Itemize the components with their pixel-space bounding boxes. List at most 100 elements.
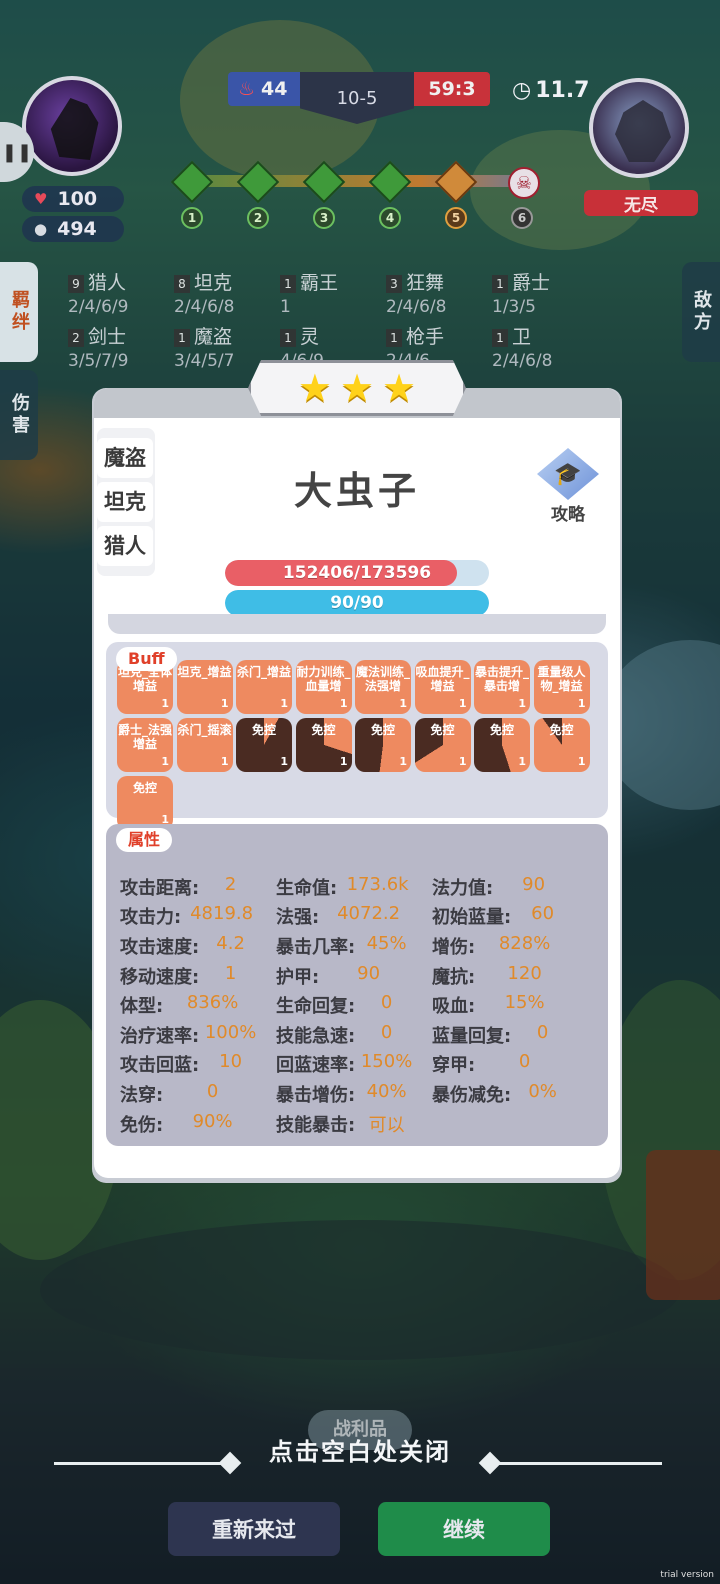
buff-item[interactable]: 爵士_法强增益 1 [117, 718, 173, 772]
attribute-row: 体型: 836% 生命回复: 0 吸血: 15% [120, 990, 596, 1020]
attribute-label: 治疗速率: [120, 1025, 200, 1047]
player-hp-pill: ♥ 100 [22, 186, 124, 212]
buff-item[interactable]: 吸血提升_增益 1 [414, 660, 471, 714]
attribute-cell: 暴击增伤: 40% [276, 1081, 432, 1107]
bond-item: 9 猎人 2/4/6/9 [68, 268, 128, 317]
buff-item[interactable]: 耐力训练_血量增 1 [295, 660, 352, 714]
score-left-value: 44 [261, 78, 288, 100]
attribute-value: 45% [366, 932, 407, 954]
player-gold-pill: ● 494 [22, 216, 124, 242]
guide-button[interactable]: 🎓 攻略 [532, 448, 604, 528]
buff-item[interactable]: 重量级人物_增益 1 [533, 660, 590, 714]
hp-text: 152406/173596 [282, 563, 432, 583]
bond-levels: 1 [280, 297, 291, 317]
buff-count: 1 [399, 697, 407, 710]
buff-count: 1 [518, 755, 526, 768]
buff-item[interactable]: 暴击提升_暴击增 1 [474, 660, 530, 714]
attribute-cell: 生命回复: 0 [276, 992, 432, 1018]
bond-levels: 2/4/6/8 [386, 297, 447, 317]
attribute-row: 治疗速率: 100% 技能急速: 0 蓝量回复: 0 [120, 1020, 596, 1050]
attribute-label: 回蓝速率: [276, 1055, 356, 1077]
attribute-value: 120 [507, 962, 542, 984]
attribute-row: 移动速度: 1 护甲: 90 魔抗: 120 [120, 961, 596, 991]
score-right-value: 59:3 [428, 78, 476, 100]
buff-count: 1 [339, 755, 348, 768]
buff-item[interactable]: 免控 1 [533, 718, 590, 772]
tab-enemy[interactable]: 敌方 [682, 262, 720, 362]
buff-count: 1 [458, 755, 467, 768]
buff-item[interactable]: 免控 1 [414, 718, 471, 772]
tab-damage[interactable]: 伤害 [0, 370, 38, 460]
tab-bonds[interactable]: 羁绊 [0, 262, 38, 362]
player-avatar[interactable] [22, 76, 122, 176]
attribute-cell: 生命值: 173.6k [276, 874, 432, 900]
bond-levels: 2/4/6/8 [492, 351, 553, 371]
boss-skull-icon: ☠ [508, 167, 540, 199]
attribute-cell: 暴伤减免: 0% [432, 1081, 588, 1107]
stage-number: 4 [379, 207, 401, 229]
buff-name: 吸血提升_增益 [415, 665, 470, 693]
bond-item: 1 魔盗 3/4/5/7 [174, 322, 234, 371]
attribute-label: 初始蓝量: [432, 907, 512, 929]
buff-item[interactable]: 免控 1 [236, 718, 292, 772]
attribute-value: 1 [224, 962, 237, 984]
attribute-cell: 护甲: 90 [276, 963, 432, 989]
attribute-label: 法穿: [120, 1084, 164, 1106]
attribute-cell: 魔抗: 120 [432, 963, 588, 989]
trait-tag[interactable]: 猎人 [97, 526, 153, 566]
bond-levels: 1/3/5 [492, 297, 536, 317]
attribute-value: 15% [504, 992, 545, 1014]
attribute-label: 蓝量回复: [432, 1025, 512, 1047]
buff-count: 1 [220, 697, 229, 710]
enemy-avatar[interactable] [589, 78, 689, 178]
attribute-label: 吸血: [432, 996, 476, 1018]
buff-item[interactable]: 免控 1 [117, 776, 173, 830]
attribute-cell: 回蓝速率: 150% [276, 1051, 432, 1077]
attribute-cell: 移动速度: 1 [120, 963, 276, 989]
bond-name: 爵士 [512, 272, 551, 294]
attribute-cell: 攻击回蓝: 10 [120, 1051, 276, 1077]
buff-item[interactable]: 免控 1 [474, 718, 530, 772]
attribute-value: 4.2 [216, 932, 245, 954]
attribute-value: 90 [522, 873, 546, 895]
restart-button[interactable]: 重新来过 [168, 1502, 340, 1556]
graduation-cap-icon: 🎓 [537, 448, 599, 500]
attribute-cell: 穿甲: 0 [432, 1051, 588, 1077]
timer-value: 11.7 [535, 78, 590, 103]
buff-item[interactable]: 魔法训练_法强增 1 [355, 660, 411, 714]
attribute-value: 60 [531, 903, 555, 925]
attribute-label: 法强: [276, 907, 320, 929]
buff-item[interactable]: 免控 1 [295, 718, 352, 772]
attribute-cell: 法力值: 90 [432, 874, 588, 900]
player-gold-value: 494 [57, 218, 97, 240]
attributes-grid: 攻击距离: 2 生命值: 173.6k 法力值: 90 攻击力: 4819.8 法强: 4072.… [120, 872, 596, 1138]
team-score-left: ♨ 44 [228, 72, 302, 106]
star-icon: ★ [297, 366, 332, 410]
attribute-label: 技能急速: [276, 1025, 356, 1047]
attribute-row: 攻击力: 4819.8 法强: 4072.2 初始蓝量: 60 [120, 902, 596, 932]
attribute-cell: 蓝量回复: 0 [432, 1022, 588, 1048]
attribute-label: 法力值: [432, 877, 494, 899]
bond-name: 灵 [300, 326, 320, 348]
bond-levels: 2/4/6/9 [68, 297, 129, 317]
buff-item[interactable]: 杀门_摇滚 1 [176, 718, 233, 772]
attribute-value: 150% [360, 1051, 413, 1073]
buff-count: 1 [339, 697, 348, 710]
buff-item[interactable]: 杀门_增益 1 [236, 660, 292, 714]
stage-number: 2 [247, 207, 269, 229]
attribute-label: 体型: [120, 996, 164, 1018]
bond-name: 坦克 [194, 272, 233, 294]
bond-item: 3 狂舞 2/4/6/8 [386, 268, 446, 317]
attribute-cell: 技能急速: 0 [276, 1022, 432, 1048]
attributes-panel: 属性 攻击距离: 2 生命值: 173.6k 法力值: 90 攻击力: 4819.8 法强: 40… [106, 824, 608, 1146]
attribute-label: 穿甲: [432, 1055, 476, 1077]
team-score-right: 59:3 [414, 72, 490, 106]
bond-name: 魔盗 [194, 326, 233, 348]
attribute-value: 0 [206, 1080, 219, 1102]
bond-name: 卫 [512, 326, 532, 348]
buff-item[interactable]: 坦克_增益 1 [176, 660, 233, 714]
player-hp-value: 100 [57, 188, 98, 210]
continue-button[interactable]: 继续 [378, 1502, 550, 1556]
buff-item[interactable]: 免控 1 [355, 718, 411, 772]
close-hint: 点击空白处关闭 [269, 1438, 451, 1466]
